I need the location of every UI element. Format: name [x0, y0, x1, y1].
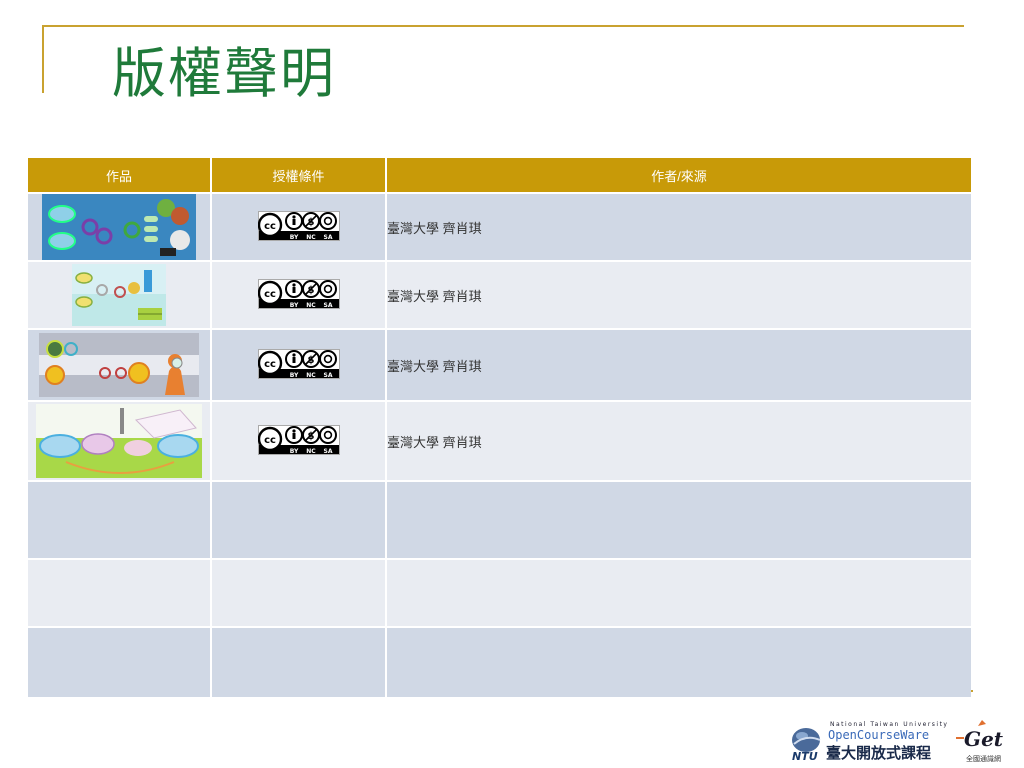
work-thumbnail-diagram-3 — [39, 333, 199, 397]
credits-table: 作品 授權條件 作者/來源 cc $ BY NC SA 臺灣大學 齊肖琪 cc … — [28, 158, 971, 697]
work-thumbnail-diagram-1 — [42, 194, 196, 260]
frame-left-line — [42, 25, 44, 93]
license-cell — [211, 558, 387, 627]
ocw-en: OpenCourseWare — [828, 728, 929, 742]
cc-by-label: BY — [289, 234, 298, 241]
table-row: cc $ BY NC SA 臺灣大學 齊肖琪 — [28, 400, 971, 481]
cc-nc-label: NC — [306, 302, 316, 309]
license-cell — [211, 480, 387, 559]
cc-sa-label: SA — [323, 448, 332, 455]
header-license: 授權條件 — [211, 158, 387, 193]
author-cell: 臺灣大學 齊肖琪 — [386, 400, 971, 481]
author-cell — [386, 480, 971, 559]
get-mark: Get — [964, 727, 1004, 751]
work-thumbnail-cell — [28, 328, 212, 401]
cc-sa-label: SA — [323, 372, 332, 379]
work-thumbnail-cell — [28, 192, 212, 261]
ocw-en-top: National Taiwan University — [830, 721, 949, 728]
header-author: 作者/來源 — [386, 158, 971, 193]
license-cell: cc $ BY NC SA — [211, 328, 387, 401]
table-row: cc $ BY NC SA 臺灣大學 齊肖琪 — [28, 192, 971, 261]
table-row: cc $ BY NC SA 臺灣大學 齊肖琪 — [28, 260, 971, 329]
work-thumbnail-cell — [28, 400, 212, 481]
license-cell: cc $ BY NC SA — [211, 192, 387, 261]
cc-by-label: BY — [289, 302, 298, 309]
table-row: cc $ BY NC SA 臺灣大學 齊肖琪 — [28, 328, 971, 401]
cc-sa-label: SA — [323, 234, 332, 241]
author-cell: 臺灣大學 齊肖琪 — [386, 328, 971, 401]
cc-nc-label: NC — [306, 234, 316, 241]
cc-license-badge: cc $ BY NC SA — [257, 278, 340, 312]
work-thumbnail-cell — [28, 558, 212, 627]
cc-nc-label: NC — [306, 448, 316, 455]
cc-nc-label: NC — [306, 372, 316, 379]
cc-by-label: BY — [289, 372, 298, 379]
work-thumbnail-diagram-2 — [72, 264, 166, 326]
get-sub: 全國通識網 — [966, 754, 1001, 763]
license-cell: cc $ BY NC SA — [211, 260, 387, 329]
license-cell — [211, 626, 387, 697]
author-cell: 臺灣大學 齊肖琪 — [386, 192, 971, 261]
license-cell: cc $ BY NC SA — [211, 400, 387, 481]
ocw-zh: 臺大開放式課程 — [826, 744, 931, 762]
table-row — [28, 626, 971, 697]
author-cell: 臺灣大學 齊肖琪 — [386, 260, 971, 329]
work-thumbnail-cell — [28, 260, 212, 329]
author-cell — [386, 626, 971, 697]
ntu-globe-icon — [792, 728, 821, 752]
cc-license-badge: cc $ BY NC SA — [257, 210, 340, 244]
cc-license-badge: cc $ BY NC SA — [257, 424, 340, 458]
get-spark-icon — [978, 720, 986, 726]
slide-title: 版權聲明 — [112, 42, 336, 105]
ntu-mark: NTU — [792, 750, 818, 763]
work-thumbnail-diagram-4 — [36, 404, 202, 478]
work-thumbnail-cell — [28, 480, 212, 559]
corner-dot — [971, 690, 973, 692]
author-cell — [386, 558, 971, 627]
cc-sa-label: SA — [323, 302, 332, 309]
svg-text:cc: cc — [264, 435, 276, 446]
cc-license-badge: cc $ BY NC SA — [257, 348, 340, 382]
table-row — [28, 480, 971, 559]
table-row — [28, 558, 971, 627]
footer-logo: NTU National Taiwan University OpenCours… — [792, 720, 1004, 763]
header-work: 作品 — [28, 158, 212, 193]
svg-text:cc: cc — [264, 289, 276, 300]
cc-by-label: BY — [289, 448, 298, 455]
frame-top-line — [42, 25, 964, 27]
svg-text:cc: cc — [264, 221, 276, 232]
work-thumbnail-cell — [28, 626, 212, 697]
table-header-row: 作品 授權條件 作者/來源 — [28, 158, 971, 193]
svg-text:cc: cc — [264, 359, 276, 370]
